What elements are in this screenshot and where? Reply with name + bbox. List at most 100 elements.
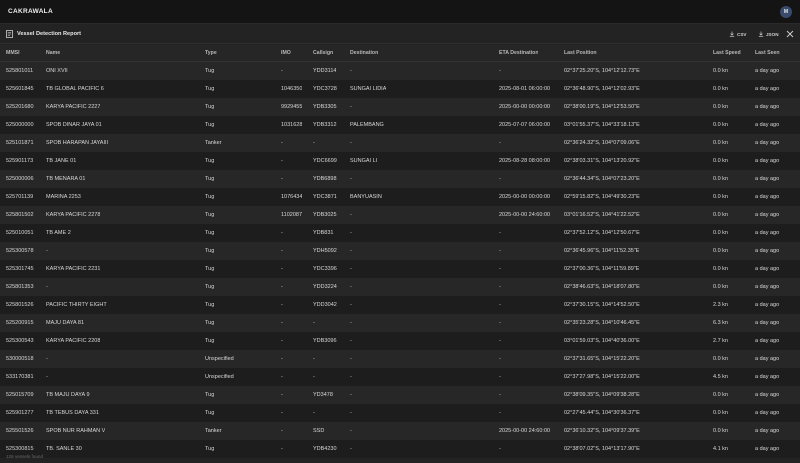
cell-callsign: YDB3096 [313, 338, 337, 344]
cell-last-seen: a day ago [755, 428, 780, 434]
table-row[interactable]: 530000518 - Unspecified - - - - 02°37'31.65"S, … [0, 350, 800, 368]
cell-name: TB TEBUS DAYA 331 [46, 410, 99, 416]
cell-destination: - [350, 302, 352, 308]
table-row[interactable]: 525200915 MAJU DAYA 81 Tug - - - - 02°35'23.28"… [0, 314, 800, 332]
cell-imo: - [281, 176, 283, 182]
cell-callsign: YDB831 [313, 230, 334, 236]
cell-name: TB MAJU DAYA 9 [46, 392, 90, 398]
cell-eta: 2025-00-00 00:00:00 [499, 194, 551, 200]
cell-destination: - [350, 320, 352, 326]
cell-name: TB MENARA 01 [46, 176, 86, 182]
column-header-last-speed[interactable]: Last Speed [713, 50, 741, 56]
cell-eta: - [499, 230, 501, 236]
table-row[interactable]: 525000000 SPOB DINAR JAYA 01 Tug 1031628 YDB… [0, 116, 800, 134]
table-row[interactable]: 525901173 TB JANE 01 Tug - YDC6699 SUNGAI LI 2… [0, 152, 800, 170]
table-row[interactable]: 525801526 PACIFIC THIRTY EIGHT Tug - YDD3042… [0, 296, 800, 314]
cell-last-position: 02°37'31.65"S, 104°15'22.20"E [564, 356, 640, 362]
column-header-name[interactable]: Name [46, 50, 60, 56]
close-icon[interactable] [786, 30, 794, 38]
column-header-mmsi[interactable]: MMSI [6, 50, 20, 56]
cell-destination: - [350, 446, 352, 452]
cell-last-speed: 0.0 kn [713, 410, 728, 416]
cell-callsign: YDB4230 [313, 446, 337, 452]
table-row[interactable]: 525301745 KARYA PACIFIC 2231 Tug - YDC3396 - -… [0, 260, 800, 278]
cell-name: SPOB DINAR JAYA 01 [46, 122, 102, 128]
app-brand[interactable]: CAKRAWALA [8, 8, 53, 15]
cell-last-seen: a day ago [755, 302, 780, 308]
cell-imo: - [281, 266, 283, 272]
cell-mmsi: 525501526 [6, 428, 34, 434]
column-header-last-seen[interactable]: Last Seen [755, 50, 780, 56]
cell-mmsi: 525101871 [6, 140, 34, 146]
cell-last-position: 02°37'25.20"S, 104°12'12.73"E [564, 68, 640, 74]
export-json-button[interactable]: JSON [758, 30, 779, 38]
cell-mmsi: 530000518 [6, 356, 34, 362]
cell-callsign: - [313, 374, 315, 380]
column-header-eta[interactable]: ETA Destination [499, 50, 538, 56]
cell-type: Tug [205, 392, 215, 398]
cell-last-position: 02°36'48.90"S, 104°12'02.93"E [564, 86, 640, 92]
table-row[interactable]: 525000006 TB MENARA 01 Tug - YDB6898 - - 02°36'… [0, 170, 800, 188]
table-row[interactable]: 525801502 KARYA PACIFIC 2278 Tug 1102087 YDB… [0, 206, 800, 224]
cell-last-position: 03°01'59.03"S, 104°40'36.00"E [564, 338, 640, 344]
table-header: MMSI Name Type IMO Callsign Destination … [0, 45, 800, 62]
cell-type: Tug [205, 320, 215, 326]
table-row[interactable]: 525801011 ONI XVII Tug - YDD3114 - - 02°37'25.2… [0, 62, 800, 80]
column-header-last-position[interactable]: Last Position [564, 50, 597, 56]
cell-last-seen: a day ago [755, 158, 780, 164]
cell-last-position: 02°38'07.02"S, 104°13'17.90"E [564, 446, 640, 452]
cell-last-speed: 4.5 kn [713, 374, 728, 380]
table-row[interactable]: 525010051 TB AME 2 Tug - YDB831 - - 02°37'52.12… [0, 224, 800, 242]
table-row[interactable]: 525101871 SPOB HARAPAN JAYAIII Tanker - - - - 0… [0, 134, 800, 152]
cell-mmsi: 525000000 [6, 122, 34, 128]
table-row[interactable]: 525801353 - Tug - YDD3224 - - 02°38'46.63"S, 10… [0, 278, 800, 296]
cell-destination: - [350, 248, 352, 254]
column-header-destination[interactable]: Destination [350, 50, 378, 56]
table-row[interactable]: 525901277 TB TEBUS DAYA 331 Tug - - - - 02°27'4… [0, 404, 800, 422]
cell-name: MAJU DAYA 81 [46, 320, 85, 326]
cell-type: Tug [205, 446, 215, 452]
table-row[interactable]: 525701139 MARINA 2253 Tug 1076434 YDC3871 BAN… [0, 188, 800, 206]
cell-type: Tug [205, 194, 215, 200]
cell-callsign: YDC3396 [313, 266, 337, 272]
cell-mmsi: 525300543 [6, 338, 34, 344]
cell-destination: - [350, 428, 352, 434]
table-row[interactable]: 533170381 - Unspecified - - - - 02°37'27.98"S, … [0, 368, 800, 386]
cell-imo: - [281, 158, 283, 164]
table-row[interactable]: 525300815 TB. SANLE 30 Tug - YDB4230 - - 02°38'… [0, 440, 800, 458]
cell-mmsi: 525601845 [6, 86, 34, 92]
cell-type: Tug [205, 284, 215, 290]
cell-last-position: 02°38'46.63"S, 104°18'07.80"E [564, 284, 640, 290]
export-csv-button[interactable]: CSV [729, 30, 746, 38]
cell-mmsi: 525801502 [6, 212, 34, 218]
cell-imo: - [281, 248, 283, 254]
cell-last-seen: a day ago [755, 248, 780, 254]
cell-callsign: YDB3305 [313, 104, 337, 110]
table-row[interactable]: 525300543 KARYA PACIFIC 2208 Tug - YDB3096 - -… [0, 332, 800, 350]
cell-destination: PALEMBANG [350, 122, 384, 128]
cell-type: Unspecified [205, 356, 234, 362]
table-row[interactable]: 525201680 KARYA PACIFIC 2227 Tug 9929455 YDB… [0, 98, 800, 116]
table-row[interactable]: 525501526 SPOB NUR RAHMAN V Tanker - SSD - 202… [0, 422, 800, 440]
cell-destination: - [350, 68, 352, 74]
table-row[interactable]: 525300578 - Tug - YDH5092 - - 02°36'45.96"S, 10… [0, 242, 800, 260]
cell-last-position: 02°37'27.98"S, 104°15'22.00"E [564, 374, 640, 380]
user-avatar[interactable]: M [780, 6, 792, 18]
cell-callsign: YDC6699 [313, 158, 337, 164]
column-header-imo[interactable]: IMO [281, 50, 291, 56]
cell-last-speed: 0.0 kn [713, 212, 728, 218]
table-row[interactable]: 525015709 TB MAJU DAYA 9 Tug - YD3478 - - 02°38… [0, 386, 800, 404]
cell-destination: - [350, 212, 352, 218]
cell-mmsi: 525300578 [6, 248, 34, 254]
cell-last-speed: 0.0 kn [713, 68, 728, 74]
cell-type: Tug [205, 212, 215, 218]
column-header-type[interactable]: Type [205, 50, 217, 56]
cell-last-seen: a day ago [755, 230, 780, 236]
cell-last-seen: a day ago [755, 284, 780, 290]
table-row[interactable]: 525601845 TB GLOBAL PACIFIC 6 Tug 1046350 YD… [0, 80, 800, 98]
cell-last-speed: 4.1 kn [713, 446, 728, 452]
cell-destination: - [350, 392, 352, 398]
cell-name: SPOB NUR RAHMAN V [46, 428, 106, 434]
column-header-callsign[interactable]: Callsign [313, 50, 333, 56]
cell-mmsi: 525200915 [6, 320, 34, 326]
